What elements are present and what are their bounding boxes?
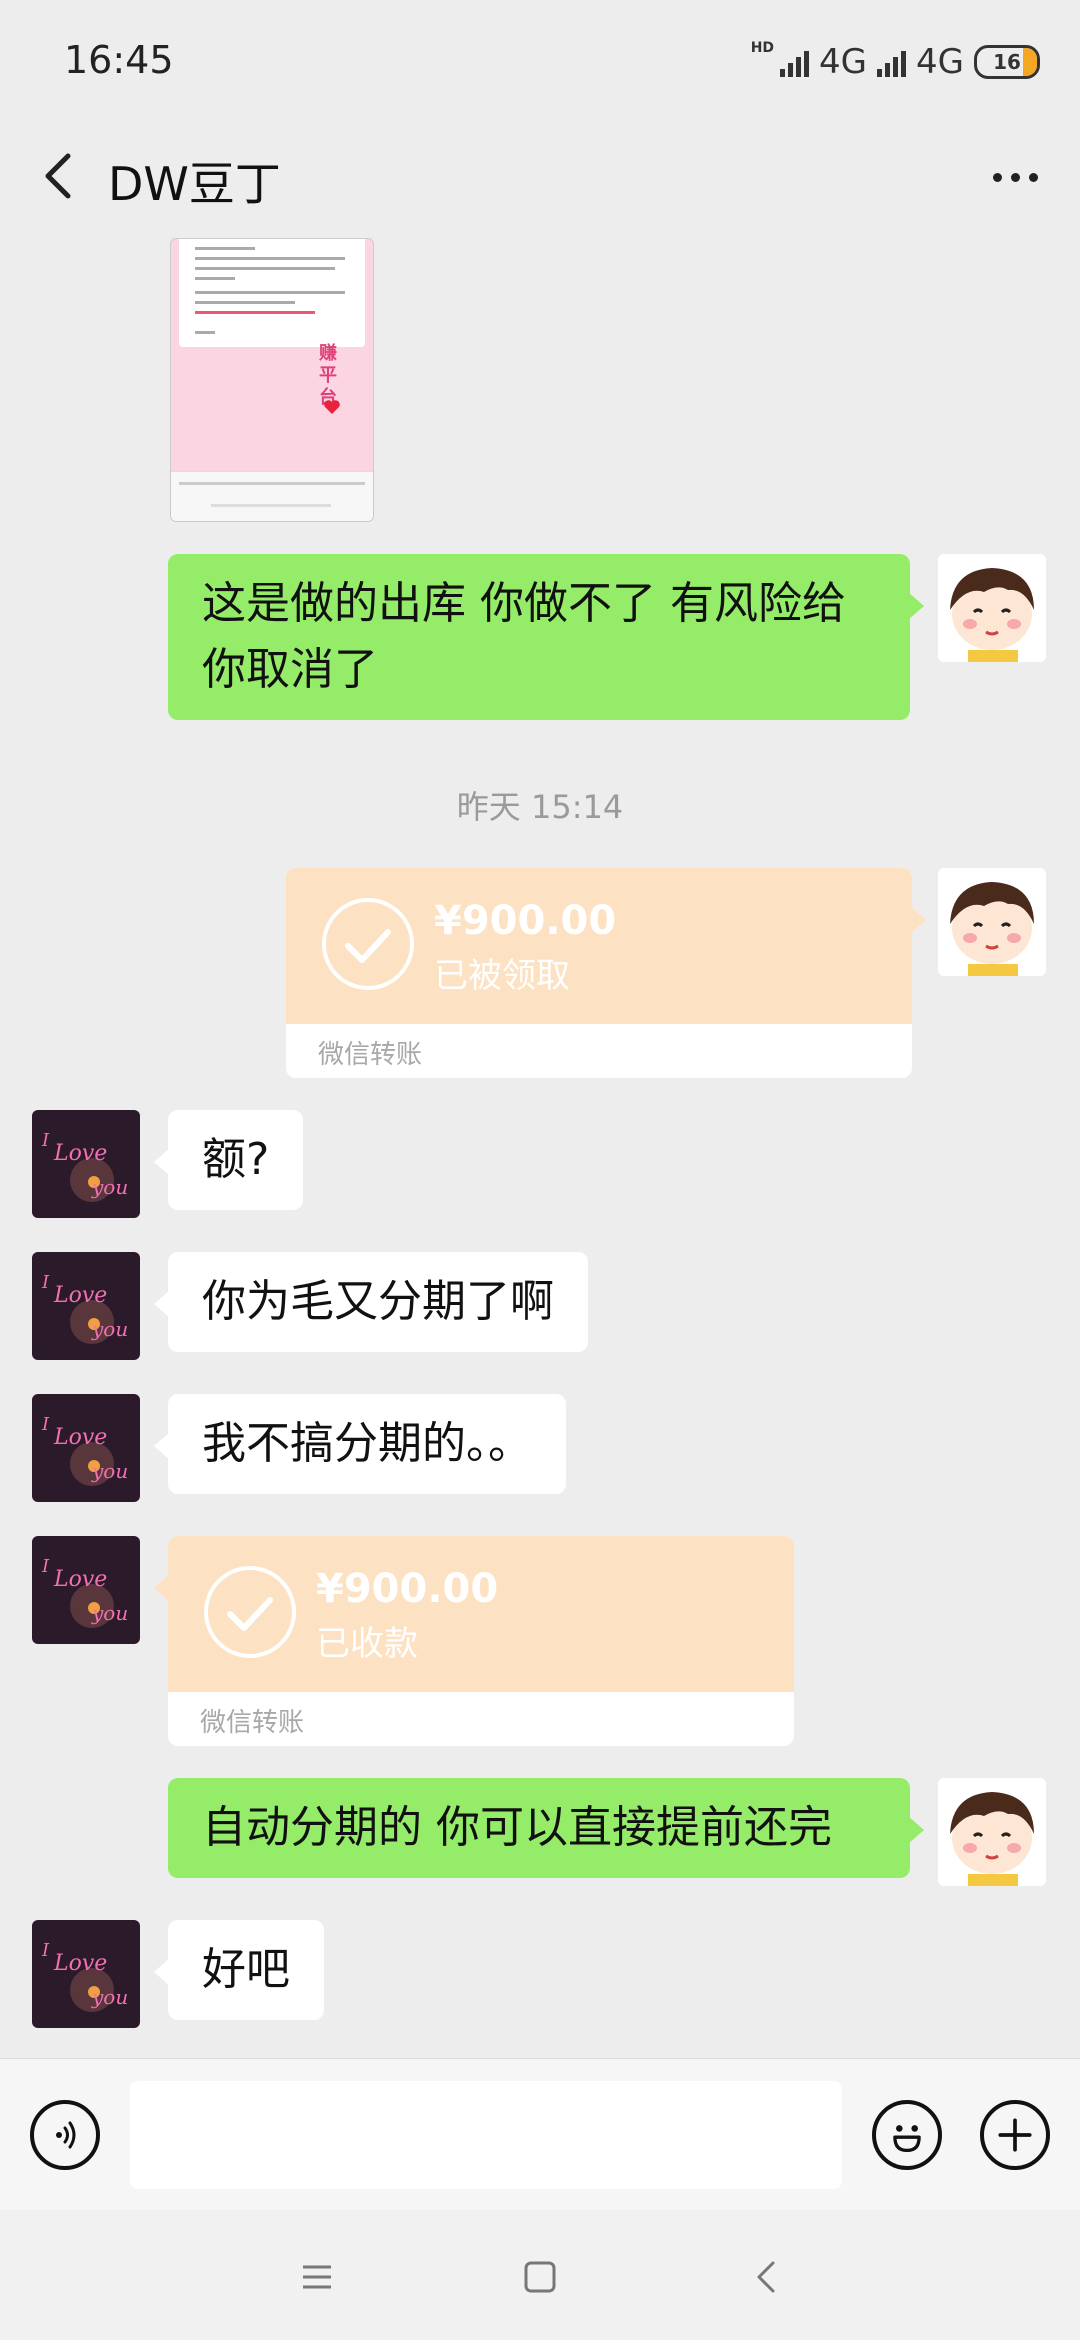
system-navigation-bar <box>0 2210 1080 2340</box>
emoji-button[interactable] <box>872 2100 942 2170</box>
back-arrow-icon <box>757 2261 775 2293</box>
check-icon <box>322 898 414 990</box>
svg-text:I: I <box>41 1940 50 1961</box>
status-time: 16:45 <box>64 38 174 82</box>
voice-button[interactable] <box>30 2100 100 2170</box>
smiley-icon <box>893 2125 921 2153</box>
sent-message[interactable]: 这是做的出库 你做不了 有风险给你取消了 <box>168 554 924 720</box>
svg-text:I: I <box>41 1556 50 1577</box>
transfer-card-received[interactable]: ¥900.00 已收款 微信转账 <box>168 1536 794 1746</box>
home-button[interactable] <box>513 2250 567 2304</box>
plus-icon <box>998 2118 1032 2152</box>
network-type-2: 4G <box>916 42 964 82</box>
contact-avatar[interactable]: I Love you <box>32 1394 140 1502</box>
transfer-card-sent[interactable]: ¥900.00 已被领取 微信转账 <box>286 868 912 1078</box>
svg-text:I: I <box>41 1272 50 1293</box>
bubble-tail <box>910 906 926 934</box>
image-bottom-bar <box>171 471 373 521</box>
hd-badge: HD <box>750 40 775 56</box>
svg-text:you: you <box>91 1459 128 1483</box>
home-icon <box>524 2261 556 2293</box>
menu-button[interactable] <box>290 2250 344 2304</box>
status-indicators: HD 4G 4G 16 <box>751 40 1040 84</box>
timestamp: 昨天 15:14 <box>456 788 624 826</box>
transfer-status: 已收款 <box>316 1624 418 1664</box>
transfer-label: 微信转账 <box>318 1040 423 1070</box>
transfer-amount: ¥900.00 <box>316 1566 499 1612</box>
received-message[interactable]: 我不搞分期的。。 <box>154 1394 566 1494</box>
menu-icon <box>303 2265 331 2289</box>
svg-text:Love: Love <box>53 1425 107 1450</box>
transfer-amount: ¥900.00 <box>434 898 617 944</box>
svg-text:I: I <box>41 1130 50 1151</box>
cartoon-boy-avatar <box>938 554 1046 662</box>
i-love-you-avatar: I Love you <box>32 1920 140 2028</box>
svg-text:you: you <box>91 1601 128 1625</box>
i-love-you-avatar: I Love you <box>32 1110 140 1218</box>
chat-title: DW豆丁 <box>108 157 281 211</box>
battery-icon: 16 <box>974 45 1040 79</box>
received-message[interactable]: 你为毛又分期了啊 <box>154 1252 588 1352</box>
system-back-button[interactable] <box>740 2250 794 2304</box>
svg-text:you: you <box>91 1317 128 1341</box>
image-message[interactable]: 赚平台 <box>170 238 374 522</box>
check-icon <box>204 1566 296 1658</box>
signal-icon <box>780 47 810 77</box>
message-list[interactable]: 赚平台 这是做的出库 你做不了 有风险给你取消了 昨天 15:14 ¥900.0… <box>0 238 1080 2058</box>
more-options-button[interactable] <box>980 152 1050 202</box>
image-card <box>179 239 365 347</box>
voice-icon <box>56 2121 76 2149</box>
contact-avatar[interactable]: I Love you <box>32 1252 140 1360</box>
svg-text:Love: Love <box>53 1567 107 1592</box>
received-message[interactable]: 额? <box>153 1110 304 1210</box>
transfer-label: 微信转账 <box>200 1708 305 1738</box>
chevron-left-icon <box>45 153 71 199</box>
contact-avatar[interactable]: I Love you <box>32 1110 140 1218</box>
heart-icon <box>324 400 340 414</box>
chat-header: DW豆丁 <box>0 120 1080 238</box>
transfer-status: 已被领取 <box>434 956 570 996</box>
contact-avatar[interactable]: I Love you <box>32 1536 140 1644</box>
received-message[interactable]: 好吧 <box>154 1920 324 2020</box>
contact-avatar[interactable]: I Love you <box>32 1920 140 2028</box>
i-love-you-avatar: I Love you <box>32 1536 140 1644</box>
cartoon-boy-avatar <box>938 868 1046 976</box>
more-functions-button[interactable] <box>980 2100 1050 2170</box>
input-bar <box>0 2058 1080 2211</box>
status-bar: 16:45 HD 4G 4G 16 <box>0 0 1080 120</box>
sent-message[interactable]: 自动分期的 你可以直接提前还完 <box>168 1778 924 1878</box>
svg-text:Love: Love <box>53 1141 107 1166</box>
svg-text:Love: Love <box>53 1283 107 1308</box>
i-love-you-avatar: I Love you <box>32 1394 140 1502</box>
my-avatar[interactable] <box>938 554 1046 662</box>
my-avatar[interactable] <box>938 1778 1046 1886</box>
svg-text:Love: Love <box>53 1951 107 1976</box>
my-avatar[interactable] <box>938 868 1046 976</box>
svg-text:I: I <box>41 1414 50 1435</box>
signal-icon <box>877 47 907 77</box>
cartoon-boy-avatar <box>938 1778 1046 1886</box>
i-love-you-avatar: I Love you <box>32 1252 140 1360</box>
network-type-1: 4G <box>819 42 868 82</box>
message-input[interactable] <box>130 2081 842 2189</box>
svg-text:you: you <box>91 1985 128 2009</box>
back-button[interactable] <box>30 146 90 206</box>
svg-text:you: you <box>91 1175 128 1199</box>
